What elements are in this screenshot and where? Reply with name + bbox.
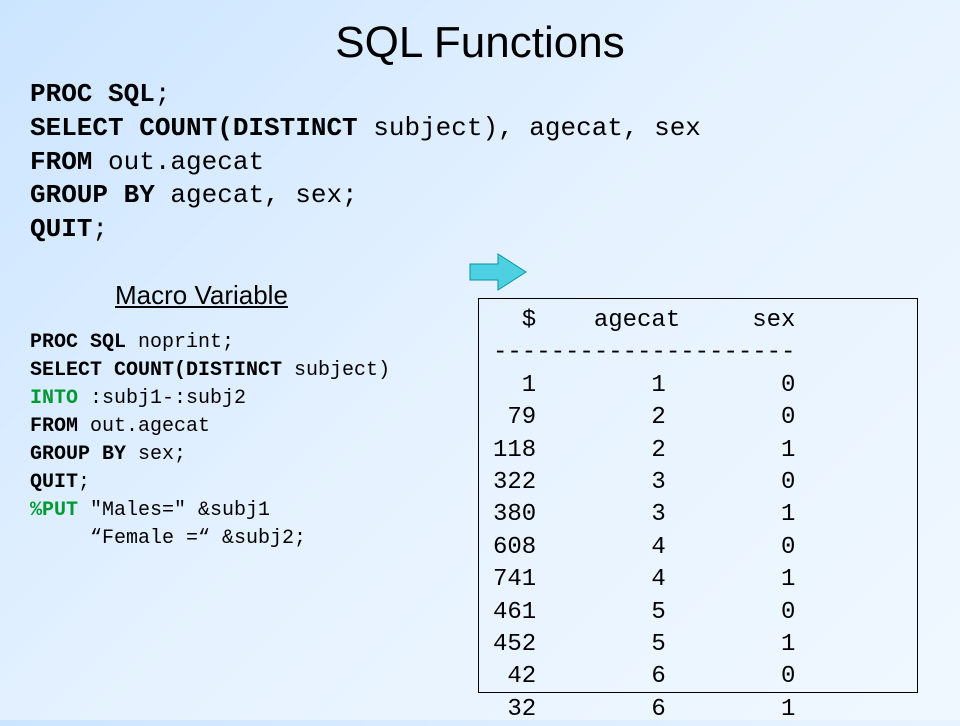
code-text: ; [155, 79, 171, 109]
code-line: PROC SQL; [30, 78, 960, 112]
code-block-macro: PROC SQL noprint; SELECT COUNT(DISTINCT … [30, 329, 480, 553]
output-header: $ agecat sex [493, 307, 795, 334]
code-line: FROM out.agecat [30, 413, 480, 441]
keyword: PROC SQL [30, 331, 126, 354]
code-line: QUIT; [30, 213, 960, 247]
keyword: FROM [30, 147, 92, 177]
keyword: GROUP BY [30, 443, 126, 466]
code-text: ; [78, 471, 90, 494]
table-row: 118 2 1 [493, 437, 795, 464]
code-line: PROC SQL noprint; [30, 329, 480, 357]
page-title: SQL Functions [0, 0, 960, 78]
table-row: 322 3 0 [493, 469, 795, 496]
code-line: SELECT COUNT(DISTINCT subject) [30, 357, 480, 385]
table-row: 380 3 1 [493, 501, 795, 528]
code-text: subject), agecat, sex [358, 113, 701, 143]
code-text: agecat, sex; [155, 180, 358, 210]
code-line: GROUP BY sex; [30, 441, 480, 469]
table-row: 461 5 0 [493, 599, 795, 626]
keyword: GROUP BY [30, 180, 155, 210]
table-row: 1 1 0 [493, 372, 795, 399]
keyword-green: %PUT [30, 499, 78, 522]
code-text: ; [92, 214, 108, 244]
code-text: out.agecat [92, 147, 264, 177]
keyword: FROM [30, 415, 78, 438]
code-text: "Males=" &subj1 [78, 499, 270, 522]
code-line: “Female =“ &subj2; [30, 525, 480, 553]
output-panel: $ agecat sex --------------------- 1 1 0… [478, 298, 918, 693]
table-row: 608 4 0 [493, 534, 795, 561]
keyword: QUIT [30, 471, 78, 494]
table-row: 452 5 1 [493, 631, 795, 658]
code-line: FROM out.agecat [30, 146, 960, 180]
code-line: SELECT COUNT(DISTINCT subject), agecat, … [30, 112, 960, 146]
code-text: :subj1-:subj2 [78, 387, 246, 410]
keyword: PROC SQL [30, 79, 155, 109]
code-block-main: PROC SQL; SELECT COUNT(DISTINCT subject)… [30, 78, 960, 247]
code-text: noprint; [126, 331, 234, 354]
macro-heading: Macro Variable [115, 280, 480, 311]
code-text: out.agecat [78, 415, 210, 438]
keyword: QUIT [30, 214, 92, 244]
keyword: SELECT COUNT(DISTINCT [30, 113, 358, 143]
table-row: 32 6 1 [493, 696, 795, 723]
code-text: subject) [282, 359, 390, 382]
code-text: sex; [126, 443, 186, 466]
keyword: SELECT COUNT(DISTINCT [30, 359, 282, 382]
table-row: 42 6 0 [493, 663, 795, 690]
output-divider: --------------------- [493, 339, 795, 366]
table-row: 741 4 1 [493, 566, 795, 593]
code-line: INTO :subj1-:subj2 [30, 385, 480, 413]
code-line: QUIT; [30, 469, 480, 497]
table-row: 79 2 0 [493, 404, 795, 431]
code-line: %PUT "Males=" &subj1 [30, 497, 480, 525]
code-line: GROUP BY agecat, sex; [30, 179, 960, 213]
keyword-green: INTO [30, 387, 78, 410]
